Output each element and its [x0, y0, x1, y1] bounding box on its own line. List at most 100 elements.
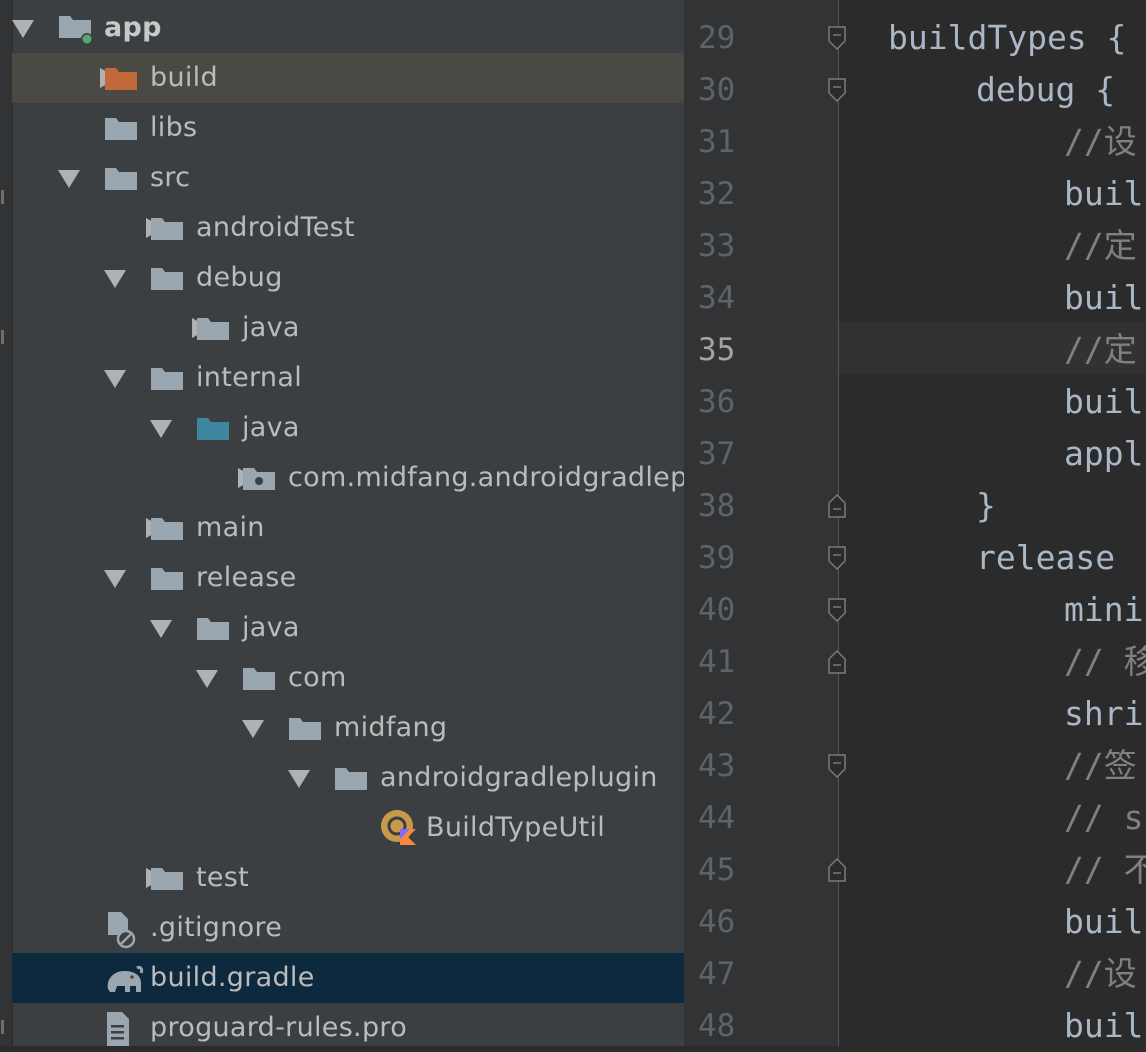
tree-item[interactable]: midfang	[12, 703, 684, 753]
code-comment[interactable]: // s	[1064, 792, 1143, 844]
tree-item[interactable]: proguard-rules.pro	[12, 1003, 684, 1046]
chevron-down-icon[interactable]	[150, 420, 172, 438]
chevron-down-icon[interactable]	[104, 370, 126, 388]
code-line[interactable]: buil	[1064, 1000, 1143, 1052]
code-comment[interactable]: //定	[1064, 324, 1137, 376]
tree-item-label: internal	[196, 362, 302, 393]
fold-collapse-icon[interactable]	[827, 753, 847, 779]
strip-mark	[1, 330, 4, 344]
folder-icon	[334, 765, 368, 791]
code-line[interactable]: buil	[1064, 168, 1143, 220]
folder-icon	[288, 715, 322, 741]
tree-item-label: com.midfang.androidgradlepl	[288, 462, 684, 493]
tree-item-label: androidgradleplugin	[380, 762, 658, 793]
code-line[interactable]: debug {	[976, 64, 1115, 116]
folder-icon	[150, 215, 184, 241]
folder-icon	[104, 115, 138, 141]
kotlin-object-icon	[380, 809, 416, 845]
fold-collapse-icon[interactable]	[827, 597, 847, 623]
code-comment[interactable]: // 不	[1064, 844, 1146, 896]
fold-collapse-icon[interactable]	[827, 77, 847, 103]
tree-item[interactable]: src	[12, 153, 684, 203]
code-line[interactable]: buil	[1064, 896, 1143, 948]
chevron-down-icon[interactable]	[12, 20, 34, 38]
chevron-down-icon[interactable]	[242, 720, 264, 738]
tree-item[interactable]: java	[12, 303, 684, 353]
chevron-down-icon[interactable]	[104, 270, 126, 288]
tree-item-label: libs	[150, 112, 198, 143]
code-comment[interactable]: //签	[1064, 740, 1137, 792]
tree-item-label: java	[242, 312, 300, 343]
chevron-down-icon[interactable]	[58, 170, 80, 188]
tree-item[interactable]: debug	[12, 253, 684, 303]
fold-collapse-icon[interactable]	[827, 545, 847, 571]
code-line[interactable]: shri	[1064, 688, 1143, 740]
code-comment[interactable]: // 移	[1064, 636, 1146, 688]
ignored-file-icon	[104, 911, 138, 949]
tree-item[interactable]: BuildTypeUtil	[12, 803, 684, 853]
line-number: 31	[698, 124, 736, 160]
tree-item-label: midfang	[334, 712, 448, 743]
tree-item-label: java	[242, 612, 300, 643]
code-comment[interactable]: //设	[1064, 116, 1137, 168]
tree-item-label: BuildTypeUtil	[426, 812, 606, 843]
folder-icon	[150, 365, 184, 391]
tree-item[interactable]: androidTest	[12, 203, 684, 253]
folder-icon	[150, 565, 184, 591]
tree-item[interactable]: release	[12, 553, 684, 603]
line-number: 40	[698, 592, 736, 628]
strip-mark	[1, 1020, 4, 1034]
line-number: 41	[698, 644, 736, 680]
tree-item[interactable]: main	[12, 503, 684, 553]
fold-end-icon[interactable]	[827, 493, 847, 519]
line-number: 47	[698, 956, 736, 992]
code-line[interactable]: }	[976, 480, 996, 532]
tree-item-label: .gitignore	[150, 912, 283, 943]
line-number: 34	[698, 280, 736, 316]
tree-item[interactable]: libs	[12, 103, 684, 153]
chevron-down-icon[interactable]	[150, 620, 172, 638]
tree-item[interactable]: androidgradleplugin	[12, 753, 684, 803]
code-line[interactable]: mini	[1064, 584, 1143, 636]
tree-item[interactable]: build	[12, 53, 684, 103]
folder-icon	[196, 615, 230, 641]
line-number: 33	[698, 228, 736, 264]
line-number: 48	[698, 1008, 736, 1044]
folder-icon	[150, 265, 184, 291]
line-number: 30	[698, 72, 736, 108]
tree-item[interactable]: build.gradle	[12, 953, 684, 1003]
line-number: 46	[698, 904, 736, 940]
code-line[interactable]: buildTypes {	[888, 12, 1126, 64]
code-line[interactable]: buil	[1064, 376, 1143, 428]
code-line[interactable]: buil	[1064, 272, 1143, 324]
fold-collapse-icon[interactable]	[827, 25, 847, 51]
chevron-down-icon[interactable]	[104, 570, 126, 588]
fold-end-icon[interactable]	[827, 857, 847, 883]
tree-item[interactable]: internal	[12, 353, 684, 403]
tree-item-label: com	[288, 662, 347, 693]
folder-icon	[196, 315, 230, 341]
chevron-down-icon[interactable]	[288, 770, 310, 788]
fold-end-icon[interactable]	[827, 649, 847, 675]
code-comment[interactable]: //设	[1064, 948, 1137, 1000]
line-number: 45	[698, 852, 736, 888]
tree-item[interactable]: .gitignore	[12, 903, 684, 953]
tree-item[interactable]: com.midfang.androidgradlepl	[12, 453, 684, 503]
tree-item-label: build	[150, 62, 218, 93]
tree-item-label: androidTest	[196, 212, 355, 243]
code-line[interactable]: release	[976, 532, 1115, 584]
project-tree-panel[interactable]: app build libs src androidTest debug java inter…	[0, 0, 684, 1046]
line-number: 38	[698, 488, 736, 524]
code-comment[interactable]: //定	[1064, 220, 1137, 272]
tree-item[interactable]: test	[12, 853, 684, 903]
excluded-folder-icon	[104, 65, 138, 91]
tree-item[interactable]: com	[12, 653, 684, 703]
tree-item[interactable]: java	[12, 403, 684, 453]
tree-item-label: app	[104, 12, 162, 43]
tree-item-label: main	[196, 512, 265, 543]
tree-item[interactable]: java	[12, 603, 684, 653]
line-number: 37	[698, 436, 736, 472]
code-line[interactable]: appl	[1064, 428, 1143, 480]
tree-item[interactable]: app	[12, 3, 684, 53]
chevron-down-icon[interactable]	[196, 670, 218, 688]
